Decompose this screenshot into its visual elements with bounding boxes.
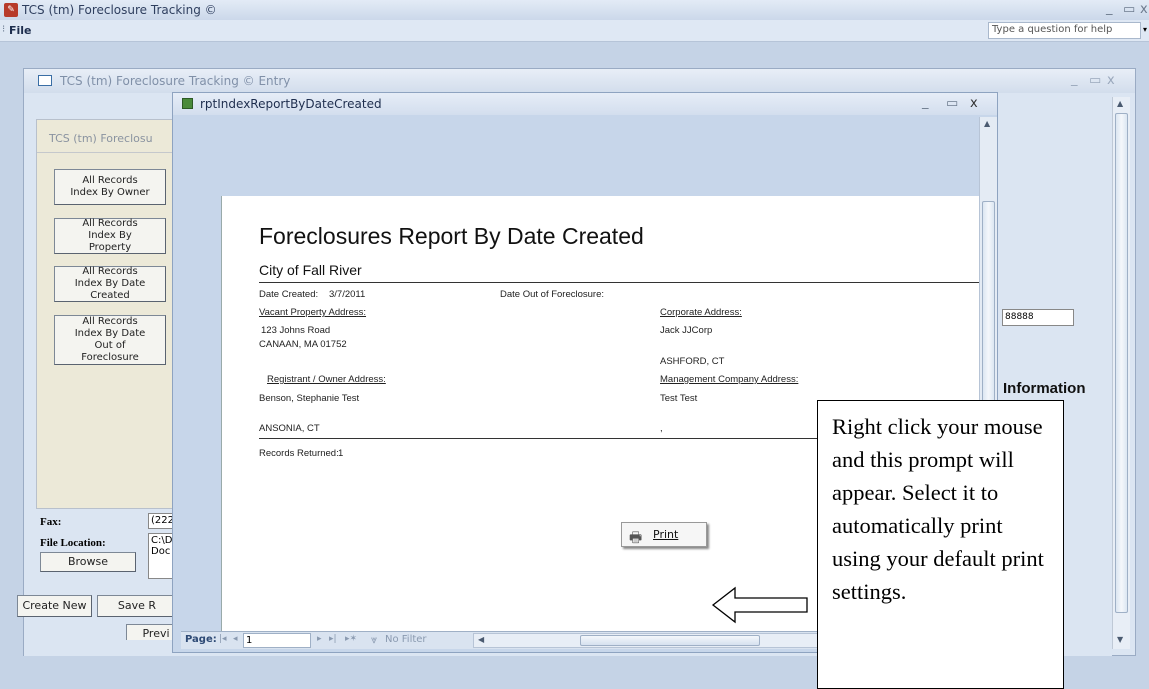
entry-title: TCS (tm) Foreclosure Tracking © Entry [60, 74, 291, 88]
date-out-label: Date Out of Foreclosure: [500, 289, 605, 300]
fax-value: (222 [151, 515, 174, 526]
registrant-line1: Benson, Stephanie Test [259, 393, 360, 404]
report-city: City of Fall River [259, 262, 362, 278]
hscroll-thumb[interactable] [580, 635, 760, 646]
nav-first-icon[interactable]: |◂ [219, 634, 227, 644]
close-button[interactable]: x [1140, 2, 1148, 17]
report-header-rule [259, 282, 979, 283]
report-maximize-button[interactable]: ▭ [946, 96, 958, 111]
file-location-value: C:\D Doc [151, 535, 173, 557]
print-label: Print [653, 528, 679, 541]
report-close-button[interactable]: x [970, 96, 978, 111]
panel-title: TCS (tm) Foreclosu [49, 132, 153, 145]
right-field-value: 88888 [1005, 312, 1034, 322]
scroll-down-arrow-icon[interactable]: ▼ [1117, 635, 1123, 644]
nav-last-icon[interactable]: ▸| [329, 634, 337, 644]
maximize-button[interactable]: ▭ [1123, 2, 1135, 17]
nav-prev-icon[interactable]: ◂ [233, 634, 238, 644]
instruction-callout: Right click your mouse and this prompt w… [817, 400, 1064, 689]
scroll-up-arrow-icon[interactable]: ▲ [1117, 99, 1123, 108]
registrant-line2: ANSONIA, CT [259, 423, 320, 434]
menu-file[interactable]: File [9, 24, 32, 37]
form-icon [38, 75, 52, 86]
registrant-label: Registrant / Owner Address: [267, 374, 386, 385]
report-scroll-up-icon[interactable]: ▲ [984, 119, 990, 128]
vacant-property-label: Vacant Property Address: [259, 307, 367, 318]
corporate-line2: ASHFORD, CT [660, 356, 725, 367]
help-dropdown-icon[interactable]: ▾ [1143, 25, 1147, 34]
information-heading: Information [1003, 380, 1086, 397]
nav-page-value: 1 [246, 635, 253, 646]
minimize-button[interactable]: _ [1106, 1, 1113, 16]
vacant-line2: CANAAN, MA 01752 [259, 339, 347, 350]
report-heading: Foreclosures Report By Date Created [259, 223, 644, 249]
report-icon [182, 98, 193, 109]
app-titlebar: ✎ TCS (tm) Foreclosure Tracking © _ ▭ x [0, 0, 1149, 20]
index-by-property-button[interactable]: All Records Index By Property [54, 218, 166, 254]
menu-grip: ⁝ [2, 24, 6, 35]
nav-page-input[interactable]: 1 [243, 633, 311, 648]
scroll-thumb[interactable] [1115, 113, 1128, 613]
create-new-button[interactable]: Create New [17, 595, 92, 617]
date-created-value: 3/7/2011 [329, 289, 366, 300]
report-title: rptIndexReportByDateCreated [200, 97, 382, 111]
report-titlebar: rptIndexReportByDateCreated _ ▭ x [173, 93, 997, 115]
index-by-date-created-button[interactable]: All Records Index By Date Created [54, 266, 166, 302]
nav-new-icon[interactable]: ▸✶ [345, 634, 357, 644]
entry-vertical-scrollbar[interactable]: ▲ ▼ [1112, 97, 1130, 649]
right-text-field[interactable]: 88888 [1002, 309, 1074, 326]
app-title: TCS (tm) Foreclosure Tracking © [22, 3, 217, 17]
browse-button[interactable]: Browse [40, 552, 136, 572]
arrow-left-icon [711, 586, 808, 624]
entry-titlebar: TCS (tm) Foreclosure Tracking © Entry _ … [24, 69, 1135, 93]
entry-maximize-button[interactable]: ▭ [1089, 73, 1101, 88]
vacant-line1: 123 Johns Road [261, 325, 331, 336]
management-line1: Test Test [660, 393, 698, 404]
corporate-line1: Jack JJCorp [660, 325, 713, 336]
records-returned-label: Records Returned: [259, 448, 339, 459]
filter-icon[interactable]: ⩔ [371, 633, 377, 647]
records-returned-value: 1 [338, 448, 344, 459]
report-minimize-button[interactable]: _ [922, 95, 929, 110]
help-placeholder: Type a question for help [992, 24, 1113, 35]
corporate-label: Corporate Address: [660, 307, 742, 318]
menu-bar: ⁝ File Type a question for help ▾ [0, 20, 1149, 42]
entry-close-button[interactable]: x [1107, 73, 1115, 88]
save-record-button[interactable]: Save R [97, 595, 177, 617]
fax-label: Fax: [40, 516, 62, 528]
index-by-date-out-button[interactable]: All Records Index By Date Out of Foreclo… [54, 315, 166, 365]
report-scroll-thumb[interactable] [982, 201, 995, 411]
file-location-label: File Location: [40, 537, 106, 549]
management-label: Management Company Address: [660, 374, 799, 385]
hscroll-left-icon[interactable]: ◀ [478, 635, 484, 644]
index-by-owner-button[interactable]: All Records Index By Owner [54, 169, 166, 205]
nav-page-label: Page: [185, 634, 217, 645]
printer-icon: 🖶 [629, 530, 643, 546]
nav-next-icon[interactable]: ▸ [317, 634, 322, 644]
context-menu-print[interactable]: 🖶 Print [621, 522, 707, 547]
nav-filter-label[interactable]: No Filter [385, 634, 427, 645]
date-created-label: Date Created: [259, 289, 319, 300]
entry-minimize-button[interactable]: _ [1071, 72, 1078, 87]
management-line2: , [660, 423, 663, 434]
app-icon: ✎ [4, 3, 18, 17]
help-search-input[interactable]: Type a question for help [988, 22, 1141, 39]
